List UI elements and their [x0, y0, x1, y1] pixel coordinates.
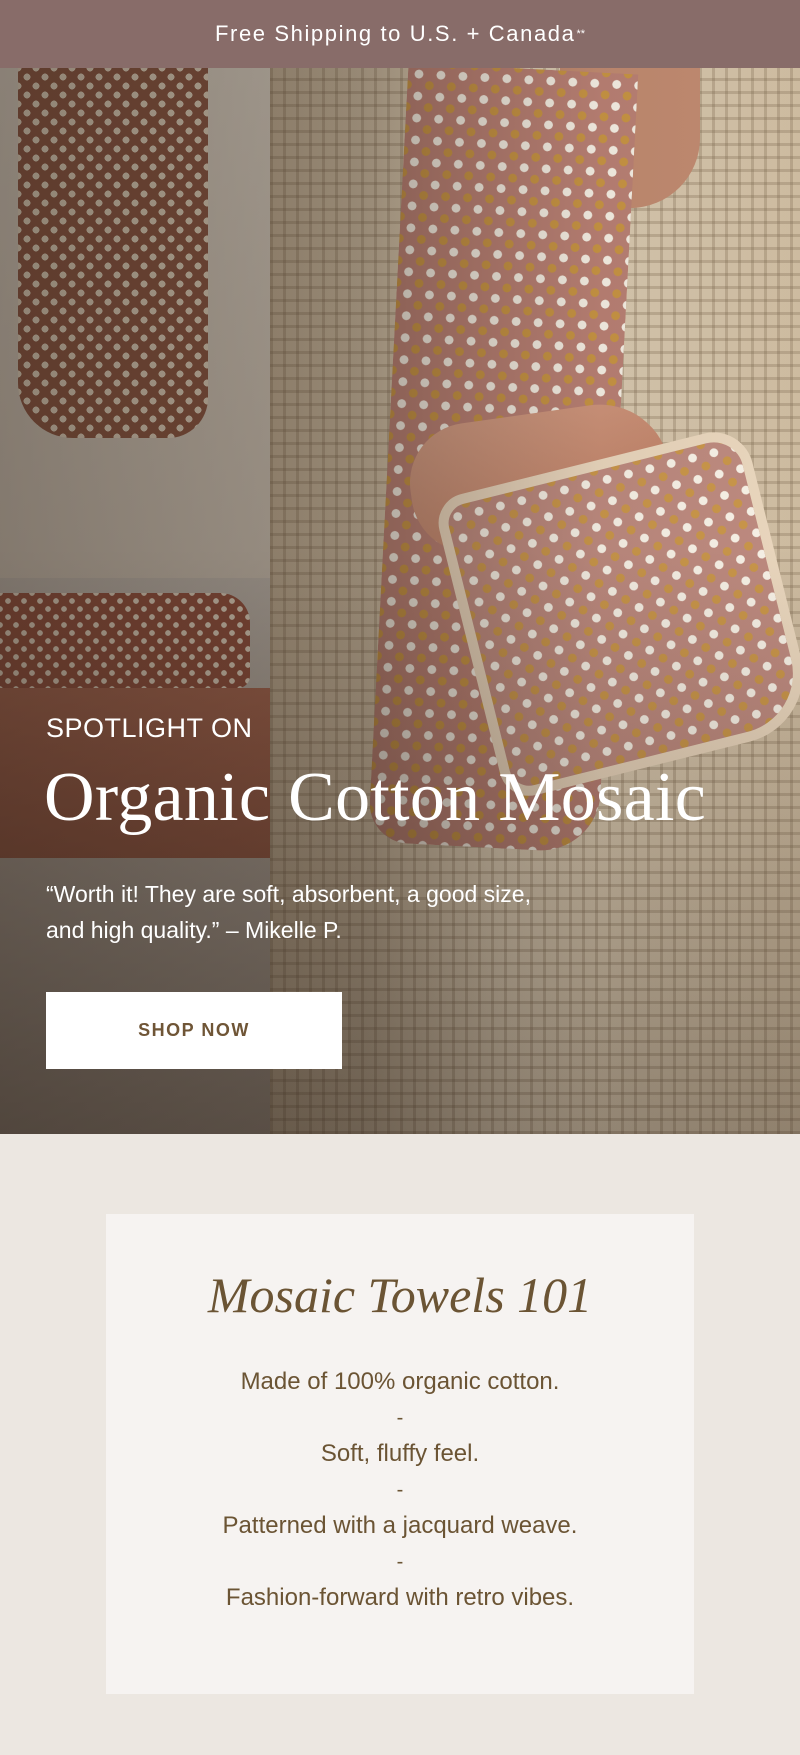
card-title: Mosaic Towels 101 — [207, 1267, 593, 1323]
shop-now-button[interactable]: SHOP NOW — [46, 992, 342, 1069]
feature-separator: - — [396, 1407, 404, 1429]
feature-item: Made of 100% organic cotton. — [240, 1368, 560, 1395]
hero-section: SPOTLIGHT ON Organic Cotton Mosaic “Wort… — [0, 68, 800, 1134]
promo-text: Free Shipping to U.S. + Canada — [214, 21, 576, 46]
feature-list: Made of 100% organic cotton. - Soft, flu… — [106, 1364, 694, 1616]
feature-separator: - — [396, 1551, 404, 1573]
mosaic-info-card: Mosaic Towels 101 Made of 100% organic c… — [106, 1214, 694, 1694]
hero-eyebrow: SPOTLIGHT ON — [46, 713, 253, 743]
feature-item: Fashion-forward with retro vibes. — [225, 1584, 575, 1611]
customer-quote: “Worth it! They are soft, absorbent, a g… — [46, 881, 531, 943]
hero-overlay — [0, 68, 800, 1134]
feature-item: Patterned with a jacquard weave. — [222, 1512, 578, 1539]
feature-item: Soft, fluffy feel. — [320, 1440, 480, 1467]
promo-footnote-marker: ** — [576, 28, 586, 40]
promo-banner: Free Shipping to U.S. + Canada ** — [0, 0, 800, 68]
hero-title: Organic Cotton Mosaic — [44, 759, 707, 836]
feature-separator: - — [396, 1479, 404, 1501]
